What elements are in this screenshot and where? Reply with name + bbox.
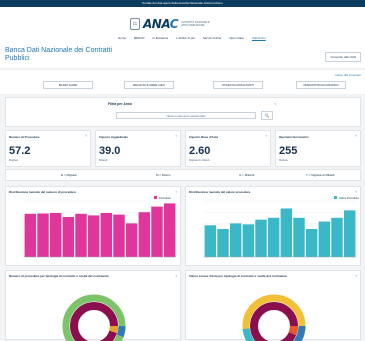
bar[interactable] [280,208,293,257]
tab-stazioni[interactable]: STAZIONI APPALTANTI [213,81,263,89]
header-action-button[interactable]: Cruscotto dati OAS [325,52,361,62]
help-icon[interactable]: ? [355,190,357,194]
nav-item-home[interactable]: Home [118,36,126,40]
unit-legend-item: T = Migliaia di Miliardi [306,173,335,177]
bar[interactable] [255,219,267,257]
tab-operatori[interactable]: OPERATORI ECONOMICI [296,81,346,89]
bar[interactable] [151,206,163,257]
nav-item-statistiche[interactable]: Statistiche [252,36,266,40]
legend-label: Valore Procedure [339,196,360,200]
donut-numero [62,294,126,341]
bar[interactable] [242,224,255,257]
bar[interactable] [62,217,75,257]
index-link[interactable]: Indice del cruscotto [335,73,361,77]
kpi-unit: Migliaia di miliardi [189,159,210,162]
bar[interactable] [229,223,242,257]
help-icon[interactable]: ? [85,134,87,138]
unit-legend: E = Migliaia M = Milioni G = Miliardi T … [5,169,361,181]
year-filter-panel: Filtra per Anno ? Nessun elemento selezi… [5,97,361,127]
kpi-label: Importo Aggiudicato [99,135,129,139]
kpi-unit: Miliardi [99,159,108,162]
help-icon[interactable]: ? [274,102,276,106]
bar[interactable] [75,213,87,257]
donut-numero-panel: Numero di procedure per tipologia di con… [5,270,181,341]
logo-wordmark: ANAC [143,17,179,31]
anac-logo[interactable]: ⚖ ANAC AUTORITÀ NAZIONALE ANTICORRUZIONE [130,17,211,31]
logo-word-a: ANA [143,17,170,31]
unit-legend-item: E = Migliaia [61,173,77,177]
bar[interactable] [163,203,176,257]
bar[interactable] [37,213,49,257]
help-icon[interactable]: ? [175,190,177,194]
tab-regioni[interactable]: REGIONI E AREE GEO [124,81,174,89]
page-title: Banca Dati Nazionale dei Contratti Pubbl… [5,47,113,62]
legend-swatch [154,196,157,199]
nav-item-in-evidenza[interactable]: In Evidenza [153,36,169,40]
logo-subtitle: AUTORITÀ NAZIONALE ANTICORRUZIONE [181,21,210,27]
help-icon[interactable]: ? [175,134,177,138]
kpi-label: Operatori Economici [279,135,309,139]
unit-legend-item: M = Milioni [156,173,171,177]
kpi-unit: Migliaia [9,159,18,162]
main-nav: Home BDNCP In Evidenza L'ANAC di più Servizi… [118,36,266,40]
legend-swatch [334,196,337,199]
tab-bandi-gare[interactable]: BANDI GARE [43,81,93,89]
legend-label: Procedure [159,196,172,200]
page-title-row: Banca Dati Nazionale dei Contratti Pubbl… [0,43,365,68]
kpi-value: 39.0 [99,145,121,157]
site-header: ⚖ ANAC AUTORITÀ NAZIONALE ANTICORRUZIONE… [0,7,365,43]
kpi-operatori: Operatori Economici ? 255 Migliaia [275,130,361,167]
top-banner: Portale dei dati aperti della Autorità N… [0,0,365,7]
donut-valore [242,294,306,341]
bar[interactable] [217,229,229,257]
bar[interactable] [267,217,280,257]
bar[interactable] [100,213,113,257]
nav-item-open-data[interactable]: Open Data [229,36,244,40]
kpi-label: Numero di Procedure [9,135,40,139]
kpi-value: 255 [279,145,298,157]
nav-item-bdncp[interactable]: BDNCP [134,36,145,40]
dashboard-tabs: Indice del cruscotto BANDI GARE REGIONI … [0,70,365,94]
help-icon[interactable]: ? [355,134,357,138]
chart-title: Distribuzione mensile del valore procedu… [189,190,251,194]
bar[interactable] [318,221,331,257]
bar[interactable] [113,214,125,257]
nav-item-servizi-online[interactable]: Servizi Online [203,36,222,40]
bar[interactable] [49,213,62,257]
nav-item-l-anac-di-pi-[interactable]: L'ANAC di più [176,36,195,40]
unit-legend-item: G = Miliardi [239,173,255,177]
bar[interactable] [204,225,217,257]
filter-label: Filtra per Anno [108,102,132,106]
kpi-importo-aggiudicato: Importo Aggiudicato ? 39.0 Miliardi [95,130,181,167]
bar[interactable] [305,229,318,257]
kpi-value: 2.60 [189,145,211,157]
bar[interactable] [331,217,343,257]
kpi-label: Importo Base d'Asta [189,135,219,139]
emblem-icon: ⚖ [130,18,140,30]
chart-valore: Valore Procedure [204,196,360,258]
chart-procedure-panel: Distribuzione mensile del numero di proc… [5,186,181,266]
kpi-base-asta: Importo Base d'Asta ? 2.60 Migliaia di m… [185,130,271,167]
chart-valore-panel: Distribuzione mensile del valore procedu… [185,186,361,266]
top-banner-text: Portale dei dati aperti della Autorità N… [142,1,223,5]
logo-word-c: C [169,17,179,31]
bar[interactable] [138,212,151,257]
chart-title: Distribuzione mensile del numero di proc… [9,190,77,194]
help-icon[interactable]: ? [265,134,267,138]
bar[interactable] [125,223,138,257]
bar[interactable] [293,217,305,257]
kpi-value: 57.2 [9,145,31,157]
year-select[interactable]: Nessun elemento selezionato [116,112,256,119]
chart-procedure: Procedure [24,196,176,258]
donut-valore-panel: Valore a base d'asta per tipologia di co… [185,270,361,341]
bar[interactable] [24,213,37,257]
kpi-procedure: Numero di Procedure ? 57.2 Migliaia [5,130,91,167]
search-icon[interactable]: 🔍 [261,111,273,120]
bar[interactable] [87,215,100,257]
kpi-unit: Migliaia [279,159,288,162]
bar[interactable] [343,210,356,257]
